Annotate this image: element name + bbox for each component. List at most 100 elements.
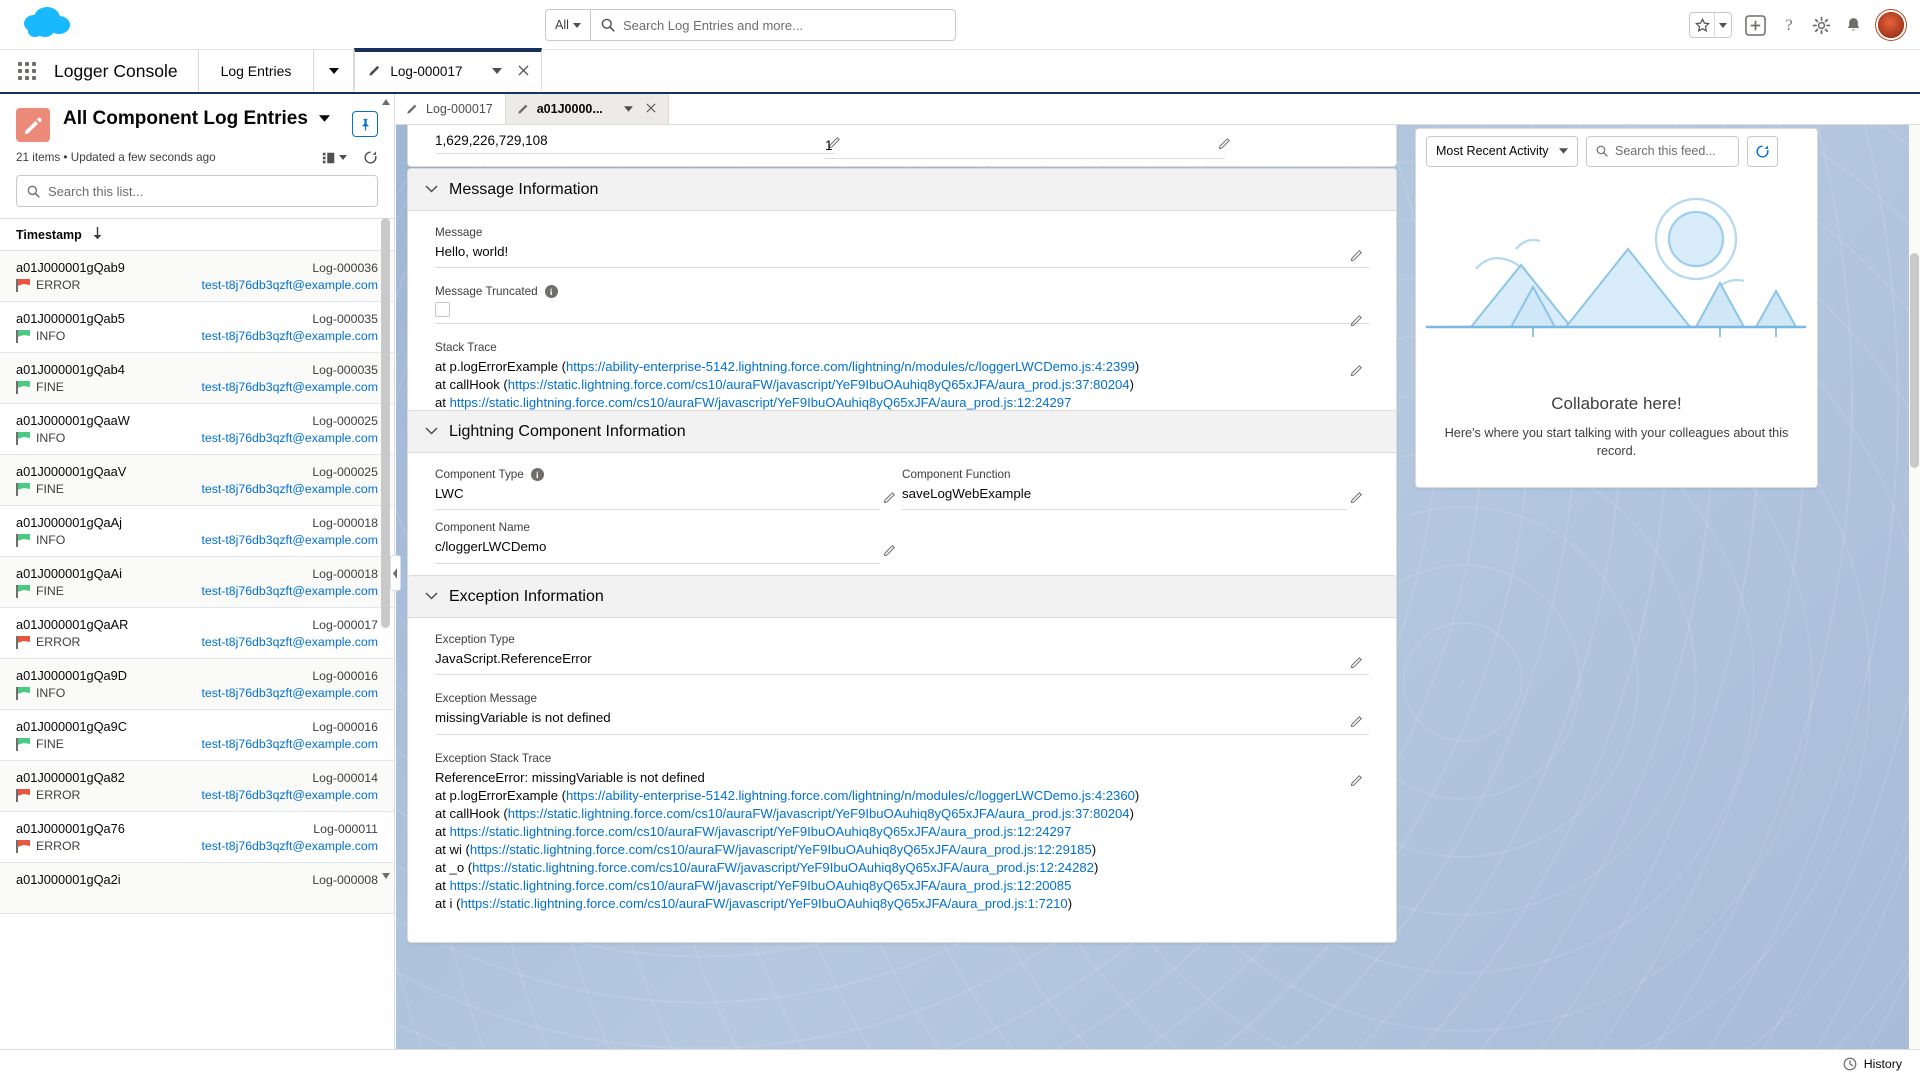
edit-pencil-icon[interactable] xyxy=(1215,132,1235,152)
sidebar-scrollbar[interactable] xyxy=(382,94,392,884)
favorites-star-icon[interactable] xyxy=(1690,13,1714,37)
stack-trace-link[interactable]: https://static.lightning.force.com/cs10/… xyxy=(450,824,1072,839)
edit-pencil-icon[interactable] xyxy=(880,539,900,559)
list-item-user-link[interactable]: test-t8j76db3qzft@example.com xyxy=(201,482,378,496)
card-header-lightning-component-information[interactable]: Lightning Component Information xyxy=(408,411,1396,453)
list-item[interactable]: a01J000001gQab4Log-000035FINEtest-t8j76d… xyxy=(0,353,394,404)
favorites-group[interactable] xyxy=(1689,12,1732,38)
edit-pencil-icon[interactable] xyxy=(1347,244,1367,264)
field-component-function: Component Function saveLogWebExample xyxy=(902,468,1369,510)
chatter-filter-select[interactable]: Most Recent Activity xyxy=(1426,136,1578,167)
list-item[interactable]: a01J000001gQaaWLog-000025INFOtest-t8j76d… xyxy=(0,404,394,455)
history-button[interactable]: History xyxy=(1843,1057,1902,1071)
search-input-wrapper[interactable] xyxy=(591,9,956,41)
list-item[interactable]: a01J000001gQaAjLog-000018INFOtest-t8j76d… xyxy=(0,506,394,557)
stack-trace-link[interactable]: https://static.lightning.force.com/cs10/… xyxy=(450,395,1072,410)
list-item-user-link[interactable]: test-t8j76db3qzft@example.com xyxy=(201,737,378,751)
edit-pencil-icon[interactable] xyxy=(880,486,900,506)
list-item[interactable]: a01J000001gQa9CLog-000016FINEtest-t8j76d… xyxy=(0,710,394,761)
column-header-timestamp[interactable]: Timestamp xyxy=(0,218,394,251)
subtab-close-icon[interactable] xyxy=(646,102,656,116)
list-item-user-link[interactable]: test-t8j76db3qzft@example.com xyxy=(201,584,378,598)
list-item[interactable]: a01J000001gQa2iLog-000008 xyxy=(0,863,394,914)
main-scrollbar-thumb[interactable] xyxy=(1910,253,1919,468)
help-icon[interactable]: ? xyxy=(1779,15,1799,35)
card-header-message-information[interactable]: Message Information xyxy=(408,169,1396,211)
nav-overflow-caret-icon[interactable] xyxy=(314,50,354,92)
edit-pencil-icon[interactable] xyxy=(1347,710,1367,730)
chevron-down-icon[interactable] xyxy=(425,184,438,196)
chatter-search-box[interactable] xyxy=(1586,136,1739,167)
stack-trace-link[interactable]: https://static.lightning.force.com/cs10/… xyxy=(472,860,1094,875)
sidebar-scrollbar-thumb[interactable] xyxy=(381,218,390,628)
chevron-down-icon[interactable] xyxy=(425,591,438,603)
stack-trace-link[interactable]: https://ability-enterprise-5142.lightnin… xyxy=(566,788,1135,803)
edit-pencil-icon[interactable] xyxy=(1347,309,1367,329)
list-item[interactable]: a01J000001gQab9Log-000036ERRORtest-t8j76… xyxy=(0,251,394,302)
list-item-user-link[interactable]: test-t8j76db3qzft@example.com xyxy=(201,278,378,292)
workspace-tab-log-000017[interactable]: Log-000017 xyxy=(354,48,542,90)
card-exception-information: Exception Information Exception Type Jav… xyxy=(407,575,1397,943)
stack-trace-link[interactable]: https://static.lightning.force.com/cs10/… xyxy=(460,896,1067,911)
list-item-user-link[interactable]: test-t8j76db3qzft@example.com xyxy=(201,533,378,547)
edit-pencil-icon[interactable] xyxy=(1347,770,1367,790)
edit-pencil-icon[interactable] xyxy=(1347,359,1367,379)
add-icon[interactable] xyxy=(1745,15,1766,36)
list-item[interactable]: a01J000001gQa82Log-000014ERRORtest-t8j76… xyxy=(0,761,394,812)
setup-gear-icon[interactable] xyxy=(1812,16,1831,35)
chatter-refresh-button[interactable] xyxy=(1747,136,1778,167)
message-truncated-checkbox[interactable] xyxy=(435,302,450,317)
list-item-user-link[interactable]: test-t8j76db3qzft@example.com xyxy=(201,635,378,649)
list-item-user-link[interactable]: test-t8j76db3qzft@example.com xyxy=(201,380,378,394)
list-search-box[interactable] xyxy=(16,175,378,207)
workspace-tab-caret-icon[interactable] xyxy=(492,66,502,76)
list-item[interactable]: a01J000001gQab5Log-000035INFOtest-t8j76d… xyxy=(0,302,394,353)
list-item-user-link[interactable]: test-t8j76db3qzft@example.com xyxy=(201,686,378,700)
scroll-up-icon[interactable] xyxy=(380,96,391,108)
workspace-tab-close-icon[interactable] xyxy=(518,64,529,79)
notifications-bell-icon[interactable] xyxy=(1844,16,1863,35)
list-item[interactable]: a01J000001gQa9DLog-000016INFOtest-t8j76d… xyxy=(0,659,394,710)
list-item[interactable]: a01J000001gQaAiLog-000018FINEtest-t8j76d… xyxy=(0,557,394,608)
list-item-user-link[interactable]: test-t8j76db3qzft@example.com xyxy=(201,329,378,343)
subtab-caret-icon[interactable] xyxy=(624,104,633,114)
column-header-label: Timestamp xyxy=(16,228,82,242)
chevron-down-icon[interactable] xyxy=(425,426,438,438)
list-display-options-button[interactable] xyxy=(322,151,347,165)
stack-trace-link[interactable]: https://static.lightning.force.com/cs10/… xyxy=(470,842,1092,857)
pin-list-button[interactable] xyxy=(352,111,378,137)
stack-trace-link[interactable]: https://static.lightning.force.com/cs10/… xyxy=(508,806,1130,821)
nav-tab-log-entries[interactable]: Log Entries xyxy=(199,50,315,92)
favorites-caret-icon[interactable] xyxy=(1714,13,1731,37)
card-header-exception-information[interactable]: Exception Information xyxy=(408,576,1396,618)
list-item-severity: FINE xyxy=(16,380,64,394)
edit-pencil-icon[interactable] xyxy=(1347,651,1367,671)
stack-trace-link[interactable]: https://static.lightning.force.com/cs10/… xyxy=(508,377,1130,392)
list-item-user-link[interactable]: test-t8j76db3qzft@example.com xyxy=(201,431,378,445)
list-item[interactable]: a01J000001gQa76Log-000011ERRORtest-t8j76… xyxy=(0,812,394,863)
panel-splitter-handle[interactable] xyxy=(390,555,401,591)
list-search-input[interactable] xyxy=(48,184,338,199)
stack-trace-link[interactable]: https://ability-enterprise-5142.lightnin… xyxy=(566,359,1135,374)
stack-trace-link[interactable]: https://static.lightning.force.com/cs10/… xyxy=(450,878,1072,893)
app-launcher-button[interactable] xyxy=(0,50,54,92)
subtab-log-000017[interactable]: Log-000017 xyxy=(395,94,505,124)
list-item-severity-label: FINE xyxy=(36,482,64,496)
edit-pencil-icon[interactable] xyxy=(1347,486,1367,506)
scroll-down-icon[interactable] xyxy=(380,870,391,882)
list-item[interactable]: a01J000001gQaaVLog-000025FINEtest-t8j76d… xyxy=(0,455,394,506)
info-icon[interactable]: i xyxy=(545,285,558,298)
chatter-search-input[interactable] xyxy=(1615,144,1725,158)
refresh-list-button[interactable] xyxy=(363,150,378,165)
salesforce-cloud-logo[interactable] xyxy=(22,5,78,45)
list-view-dropdown-icon[interactable] xyxy=(319,113,330,125)
user-avatar[interactable] xyxy=(1876,10,1906,40)
search-scope-selector[interactable]: All xyxy=(545,9,591,41)
info-icon[interactable]: i xyxy=(531,468,544,481)
main-scrollbar[interactable] xyxy=(1909,125,1920,1049)
subtab-a01j0000[interactable]: a01J0000... xyxy=(505,94,669,124)
list-item[interactable]: a01J000001gQaARLog-000017ERRORtest-t8j76… xyxy=(0,608,394,659)
list-item-user-link[interactable]: test-t8j76db3qzft@example.com xyxy=(201,788,378,802)
list-item-user-link[interactable]: test-t8j76db3qzft@example.com xyxy=(201,839,378,853)
search-input[interactable] xyxy=(623,18,923,33)
